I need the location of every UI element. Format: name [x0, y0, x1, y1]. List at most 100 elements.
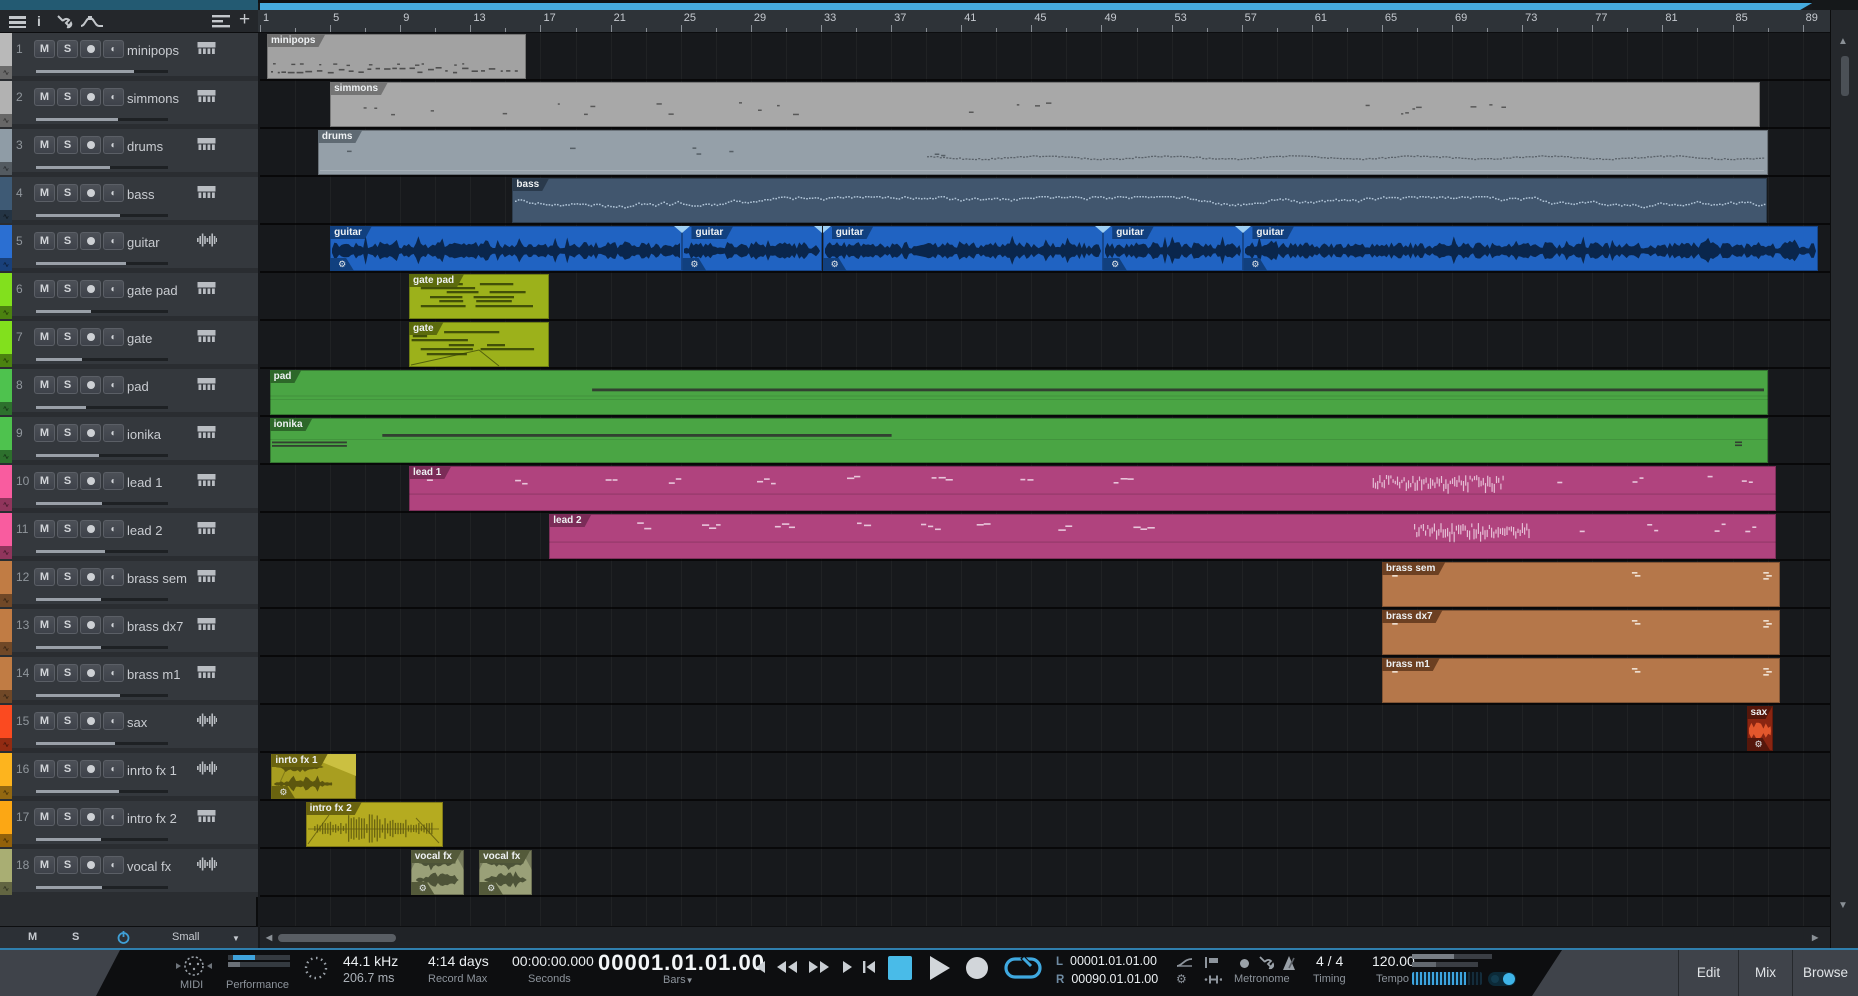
return-to-start-button[interactable]: [862, 960, 876, 974]
loop-range-bar[interactable]: [260, 3, 1812, 10]
primary-time-display[interactable]: 00001.01.01.00: [598, 950, 765, 976]
record-button[interactable]: [966, 957, 988, 979]
clip-gear-icon[interactable]: ⚙: [682, 258, 706, 271]
track-row[interactable]: ∿ 15 M S ◐ sax: [0, 705, 258, 753]
record-arm-button[interactable]: [80, 616, 101, 634]
record-arm-button[interactable]: [80, 520, 101, 538]
track-volume-slider[interactable]: [36, 262, 168, 265]
track-name[interactable]: brass dx7: [127, 619, 183, 634]
performance-label[interactable]: Performance: [226, 979, 289, 991]
play-button[interactable]: [928, 955, 951, 981]
record-arm-button[interactable]: [80, 424, 101, 442]
solo-button[interactable]: S: [57, 376, 78, 394]
automation-expand-icon[interactable]: ∿: [0, 402, 12, 415]
track-name[interactable]: simmons: [127, 91, 179, 106]
clip-inrto-fx-1[interactable]: inrto fx 1 ⚙: [271, 754, 357, 799]
time-format-label[interactable]: Bars▼: [663, 974, 694, 986]
vertical-scrollbar[interactable]: ▲ ▼: [1830, 10, 1858, 948]
loop-start-readout[interactable]: L 00001.01.01.00: [1056, 954, 1157, 968]
record-arm-button[interactable]: [80, 232, 101, 250]
mute-button[interactable]: M: [34, 616, 55, 634]
track-name[interactable]: pad: [127, 379, 149, 394]
solo-button[interactable]: S: [57, 808, 78, 826]
clip-simmons[interactable]: simmons: [330, 82, 1761, 127]
record-arm-button[interactable]: [80, 88, 101, 106]
mute-button[interactable]: M: [34, 88, 55, 106]
solo-button[interactable]: S: [57, 136, 78, 154]
monitor-button[interactable]: ◐: [103, 568, 124, 586]
horizontal-scrollbar[interactable]: ◀ ▶: [260, 926, 1830, 948]
mix-view-button[interactable]: Mix: [1738, 950, 1792, 996]
monitor-button[interactable]: ◐: [103, 856, 124, 874]
mute-button[interactable]: M: [34, 40, 55, 58]
track-row[interactable]: ∿ 4 M S ◐ bass: [0, 177, 258, 225]
power-icon[interactable]: [117, 931, 130, 944]
fade-in-handle[interactable]: [682, 226, 691, 233]
automation-expand-icon[interactable]: ∿: [0, 210, 12, 223]
record-arm-button[interactable]: [80, 472, 101, 490]
track-row[interactable]: ∿ 14 M S ◐ brass m1: [0, 657, 258, 705]
solo-button[interactable]: S: [57, 328, 78, 346]
track-row[interactable]: ∿ 6 M S ◐ gate pad: [0, 273, 258, 321]
monitor-button[interactable]: ◐: [103, 376, 124, 394]
track-volume-slider[interactable]: [36, 502, 168, 505]
automation-expand-icon[interactable]: ∿: [0, 594, 12, 607]
monitor-button[interactable]: ◐: [103, 232, 124, 250]
track-name[interactable]: gate: [127, 331, 152, 346]
record-arm-button[interactable]: [80, 40, 101, 58]
record-arm-button[interactable]: [80, 568, 101, 586]
track-row[interactable]: ∿ 8 M S ◐ pad: [0, 369, 258, 417]
solo-button[interactable]: S: [57, 664, 78, 682]
clip-gear-icon[interactable]: ⚙: [1103, 258, 1127, 271]
track-volume-slider[interactable]: [36, 118, 168, 121]
timeline-ruler[interactable]: 1 5 9 13 17 21 25 29 33 37 41 45 49 53 57 61 65 69 73 77 81 8…: [258, 10, 1839, 33]
scroll-down-icon[interactable]: ▼: [1838, 900, 1848, 911]
track-row[interactable]: ∿ 5 M S ◐ guitar: [0, 225, 258, 273]
track-volume-slider[interactable]: [36, 406, 168, 409]
track-volume-slider[interactable]: [36, 550, 168, 553]
track-volume-slider[interactable]: [36, 598, 168, 601]
global-mute-button[interactable]: M: [28, 931, 37, 943]
track-volume-slider[interactable]: [36, 214, 168, 217]
fade-in-handle[interactable]: [822, 226, 831, 233]
track-volume-slider[interactable]: [36, 838, 168, 841]
automation-expand-icon[interactable]: ∿: [0, 258, 12, 271]
monitor-button[interactable]: ◐: [103, 520, 124, 538]
track-name[interactable]: brass m1: [127, 667, 180, 682]
automation-expand-icon[interactable]: ∿: [0, 498, 12, 511]
clip-gear-icon[interactable]: ⚙: [823, 258, 847, 271]
mute-button[interactable]: M: [34, 472, 55, 490]
clip-lead-2[interactable]: lead 2: [549, 514, 1777, 559]
gear-icon[interactable]: ⚙: [1176, 972, 1187, 986]
track-volume-slider[interactable]: [36, 646, 168, 649]
monitor-toggle[interactable]: [1488, 972, 1516, 986]
fade-out-handle[interactable]: [1094, 226, 1103, 233]
info-icon[interactable]: i: [37, 13, 41, 29]
solo-button[interactable]: S: [57, 760, 78, 778]
clip-gate[interactable]: gate: [409, 322, 549, 367]
record-arm-button[interactable]: [80, 712, 101, 730]
automation-expand-icon[interactable]: ∿: [0, 450, 12, 463]
size-dropdown-icon[interactable]: ▼: [232, 934, 240, 943]
automation-icon[interactable]: [80, 15, 104, 29]
solo-button[interactable]: S: [57, 568, 78, 586]
automation-expand-icon[interactable]: ∿: [0, 642, 12, 655]
track-row[interactable]: ∿ 16 M S ◐ inrto fx 1: [0, 753, 258, 801]
clip-bass[interactable]: bass: [512, 178, 1768, 223]
track-name[interactable]: bass: [127, 187, 154, 202]
hscroll-handle[interactable]: [278, 934, 396, 942]
marker-icon[interactable]: [1204, 957, 1220, 968]
track-volume-slider[interactable]: [36, 454, 168, 457]
automation-expand-icon[interactable]: ∿: [0, 162, 12, 175]
clip-vocal-fx[interactable]: vocal fx ⚙: [410, 850, 464, 895]
monitor-button[interactable]: ◐: [103, 280, 124, 298]
clip-guitar[interactable]: guitar ⚙: [682, 226, 823, 271]
automation-expand-icon[interactable]: ∿: [0, 786, 12, 799]
monitor-button[interactable]: ◐: [103, 136, 124, 154]
stop-button[interactable]: [888, 956, 912, 980]
track-row[interactable]: ∿ 7 M S ◐ gate: [0, 321, 258, 369]
clip-brass-dx7[interactable]: brass dx7: [1381, 610, 1780, 655]
monitor-button[interactable]: ◐: [103, 664, 124, 682]
record-arm-button[interactable]: [80, 856, 101, 874]
automation-expand-icon[interactable]: ∿: [0, 66, 12, 79]
